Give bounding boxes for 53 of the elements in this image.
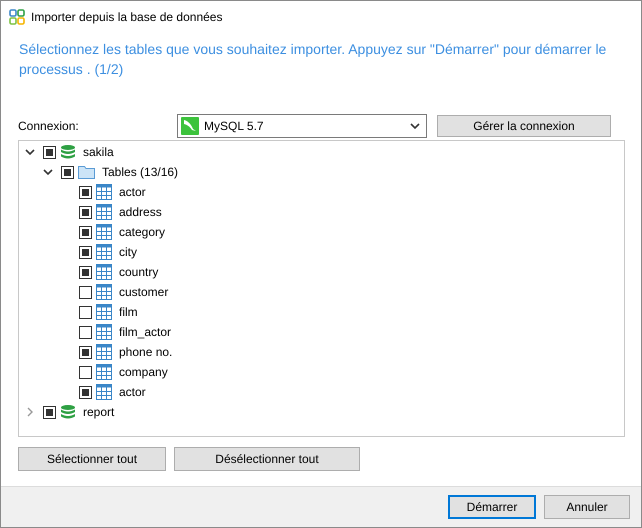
table-icon <box>96 364 112 380</box>
table-icon <box>96 284 112 300</box>
connection-dropdown[interactable]: MySQL 5.7 <box>177 114 427 138</box>
checkbox[interactable] <box>79 386 92 398</box>
checkbox[interactable] <box>79 306 92 318</box>
selection-button[interactable]: Désélectionner tout <box>174 447 360 471</box>
checkbox[interactable] <box>79 326 92 338</box>
checkbox[interactable] <box>79 186 92 198</box>
checkbox[interactable] <box>79 226 92 238</box>
table-icon <box>96 384 112 400</box>
connection-label: Connexion: <box>18 119 80 133</box>
footer-button[interactable]: Démarrer <box>448 495 536 519</box>
tree-item-label[interactable]: report <box>83 405 114 419</box>
checkbox[interactable] <box>79 206 92 218</box>
folder-icon <box>78 165 95 179</box>
tree-item-label[interactable]: address <box>119 205 162 219</box>
table-icon <box>96 224 112 240</box>
tree-item-label[interactable]: country <box>119 265 158 279</box>
table-icon <box>96 304 112 320</box>
checkbox[interactable] <box>79 246 92 258</box>
checkbox[interactable] <box>61 166 74 178</box>
tree-item-label[interactable]: phone no. <box>119 345 172 359</box>
tree-item-label[interactable]: film <box>119 305 138 319</box>
tree-item-label[interactable]: film_actor <box>119 325 172 339</box>
checkbox[interactable] <box>79 366 92 378</box>
table-icon <box>96 324 112 340</box>
table-icon <box>96 264 112 280</box>
tree-item-label[interactable]: sakila <box>83 145 114 159</box>
instruction-text: Sélectionnez les tables que vous souhaitez importer. Appuyez sur "Démarrer" pour démarrer le processus . (1/2) <box>19 40 608 79</box>
checkbox[interactable] <box>43 406 56 418</box>
tree-item-label[interactable]: actor <box>119 185 146 199</box>
tree-item-label[interactable]: Tables (13/16) <box>102 165 178 179</box>
tree-item-label[interactable]: company <box>119 365 168 379</box>
window-title: Importer depuis la base de données <box>31 10 222 24</box>
table-icon <box>96 344 112 360</box>
checkbox[interactable] <box>79 346 92 358</box>
tree-item-label[interactable]: category <box>119 225 166 239</box>
database-icon <box>60 404 76 420</box>
tree-item-label[interactable]: city <box>119 245 137 259</box>
app-logo-icon <box>9 8 25 24</box>
tree-item-label[interactable]: customer <box>119 285 168 299</box>
table-icon <box>96 244 112 260</box>
dropdown-caret-icon <box>410 122 420 130</box>
selection-button[interactable]: Sélectionner tout <box>18 447 166 471</box>
table-icon <box>96 204 112 220</box>
manage-connection-button[interactable]: Gérer la connexion <box>437 115 611 137</box>
table-icon <box>96 184 112 200</box>
database-icon <box>60 144 76 160</box>
checkbox[interactable] <box>79 286 92 298</box>
footer-button[interactable]: Annuler <box>544 495 630 519</box>
tree-item-label[interactable]: actor <box>119 385 146 399</box>
checkbox[interactable] <box>79 266 92 278</box>
checkbox[interactable] <box>43 146 56 158</box>
